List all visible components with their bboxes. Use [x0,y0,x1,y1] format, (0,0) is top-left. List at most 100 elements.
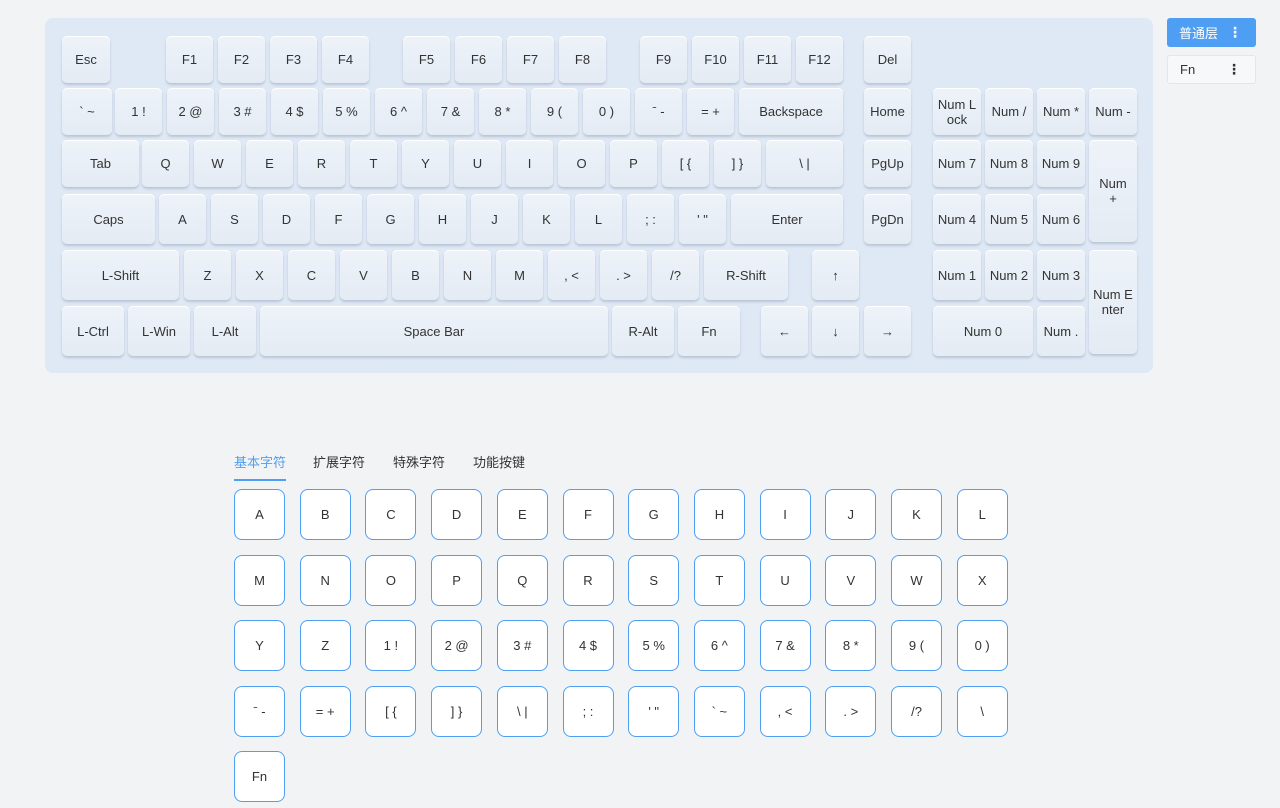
key-l[interactable]: L [575,194,622,244]
key-k[interactable]: K [523,194,570,244]
more-vertical-icon[interactable]: ⋮ [1228,24,1242,41]
char-key[interactable]: A [234,489,285,540]
key-f12[interactable]: F12 [796,36,843,83]
key-j[interactable]: J [471,194,518,244]
key-g[interactable]: G [367,194,414,244]
key-d[interactable]: D [263,194,310,244]
char-key[interactable]: Z [299,620,351,671]
key-1[interactable]: 1 ! [115,88,162,135]
key-7[interactable]: 7 & [427,88,474,135]
char-key[interactable]: V [825,554,877,606]
char-key[interactable]: 3 # [496,620,548,671]
key-2[interactable]: 2 @ [167,88,214,135]
key-backspace[interactable]: Backspace [739,88,843,135]
char-key[interactable]: ] } [431,685,483,737]
tab-4[interactable]: 功能按键 [473,452,525,479]
key-fn[interactable]: Fn [678,306,740,356]
key-f3[interactable]: F3 [270,36,317,83]
key-f7[interactable]: F7 [507,36,554,83]
key-num6[interactable]: Num 6 [1037,194,1085,244]
key-numstar[interactable]: Num * [1037,88,1085,135]
key-n[interactable]: N [444,250,491,300]
key-period[interactable]: . > [600,250,647,300]
char-key[interactable]: 8 * [825,620,877,671]
key-pgup[interactable]: PgUp [864,140,911,187]
key-semicolon[interactable]: ; : [627,194,674,244]
key-num9[interactable]: Num 9 [1037,140,1085,187]
key-right arrow-right-icon[interactable]: → [864,306,911,356]
char-key[interactable]: ' " [628,685,680,737]
key-lwin[interactable]: L-Win [128,306,190,356]
key-f9[interactable]: F9 [640,36,687,83]
key-f11[interactable]: F11 [744,36,791,83]
key-equal[interactable]: = + [687,88,734,135]
key-5[interactable]: 5 % [323,88,370,135]
key-home[interactable]: Home [864,88,911,135]
key-p[interactable]: P [610,140,657,187]
char-key[interactable]: K [891,489,942,540]
tab-2[interactable]: 扩展字符 [313,452,365,479]
char-key[interactable]: F [562,489,614,540]
char-key[interactable]: [ { [365,685,417,737]
key-down arrow-down-icon[interactable]: ↓ [812,306,859,356]
tab-3[interactable]: 特殊字符 [393,452,445,479]
key-num3[interactable]: Num 3 [1037,250,1085,300]
key-esc[interactable]: Esc [62,36,110,83]
key-h[interactable]: H [419,194,466,244]
char-key[interactable]: 9 ( [891,620,942,671]
char-key[interactable]: W [891,554,942,606]
key-f6[interactable]: F6 [455,36,502,83]
char-key[interactable]: D [431,489,483,540]
key-t[interactable]: T [350,140,397,187]
key-9[interactable]: 9 ( [531,88,578,135]
char-key[interactable]: \ [956,685,1008,737]
char-key[interactable]: 2 @ [431,620,483,671]
key-r[interactable]: R [298,140,345,187]
layer-normal-button[interactable]: 普通层 ⋮ [1167,18,1256,47]
key-f5[interactable]: F5 [403,36,450,83]
char-key[interactable]: Q [496,554,548,606]
tab-1[interactable]: 基本字符 [234,452,287,481]
key-slash[interactable]: /? [652,250,699,300]
key-caps[interactable]: Caps [62,194,155,244]
key-y[interactable]: Y [402,140,449,187]
key-tab[interactable]: Tab [62,140,139,187]
key-enter[interactable]: Enter [731,194,843,244]
more-vertical-icon[interactable]: ⋮ [1227,61,1241,78]
char-key[interactable]: , < [759,685,811,737]
key-lbracket[interactable]: [ { [662,140,709,187]
key-numplus[interactable]: Num + [1089,140,1137,242]
char-key[interactable]: P [431,554,483,606]
key-s[interactable]: S [211,194,258,244]
key-up arrow-up-icon[interactable]: ↑ [812,250,859,300]
char-key[interactable]: N [299,554,351,606]
key-q[interactable]: Q [142,140,189,187]
char-key[interactable]: E [496,489,548,540]
key-v[interactable]: V [340,250,387,300]
key-numminus[interactable]: Num - [1089,88,1137,135]
key-rshift[interactable]: R-Shift [704,250,788,300]
char-key[interactable]: Fn [234,751,285,802]
char-key[interactable]: U [759,554,811,606]
char-key[interactable]: 7 & [759,620,811,671]
char-key[interactable]: . > [825,685,877,737]
key-f4[interactable]: F4 [322,36,369,83]
key-del[interactable]: Del [864,36,911,83]
char-key[interactable]: 5 % [628,620,680,671]
key-u[interactable]: U [454,140,501,187]
key-m[interactable]: M [496,250,543,300]
key-num5[interactable]: Num 5 [985,194,1033,244]
key-quote[interactable]: ' " [679,194,726,244]
key-3[interactable]: 3 # [219,88,266,135]
char-key[interactable]: ` ~ [693,685,745,737]
key-num8[interactable]: Num 8 [985,140,1033,187]
key-x[interactable]: X [236,250,283,300]
key-left arrow-left-icon[interactable]: ← [761,306,808,356]
char-key[interactable]: J [825,489,877,540]
key-numenter[interactable]: Num E nter [1089,250,1137,354]
key-c[interactable]: C [288,250,335,300]
char-key[interactable]: I [759,489,811,540]
key-pgdn[interactable]: PgDn [864,194,911,244]
key-i[interactable]: I [506,140,553,187]
key-z[interactable]: Z [184,250,231,300]
